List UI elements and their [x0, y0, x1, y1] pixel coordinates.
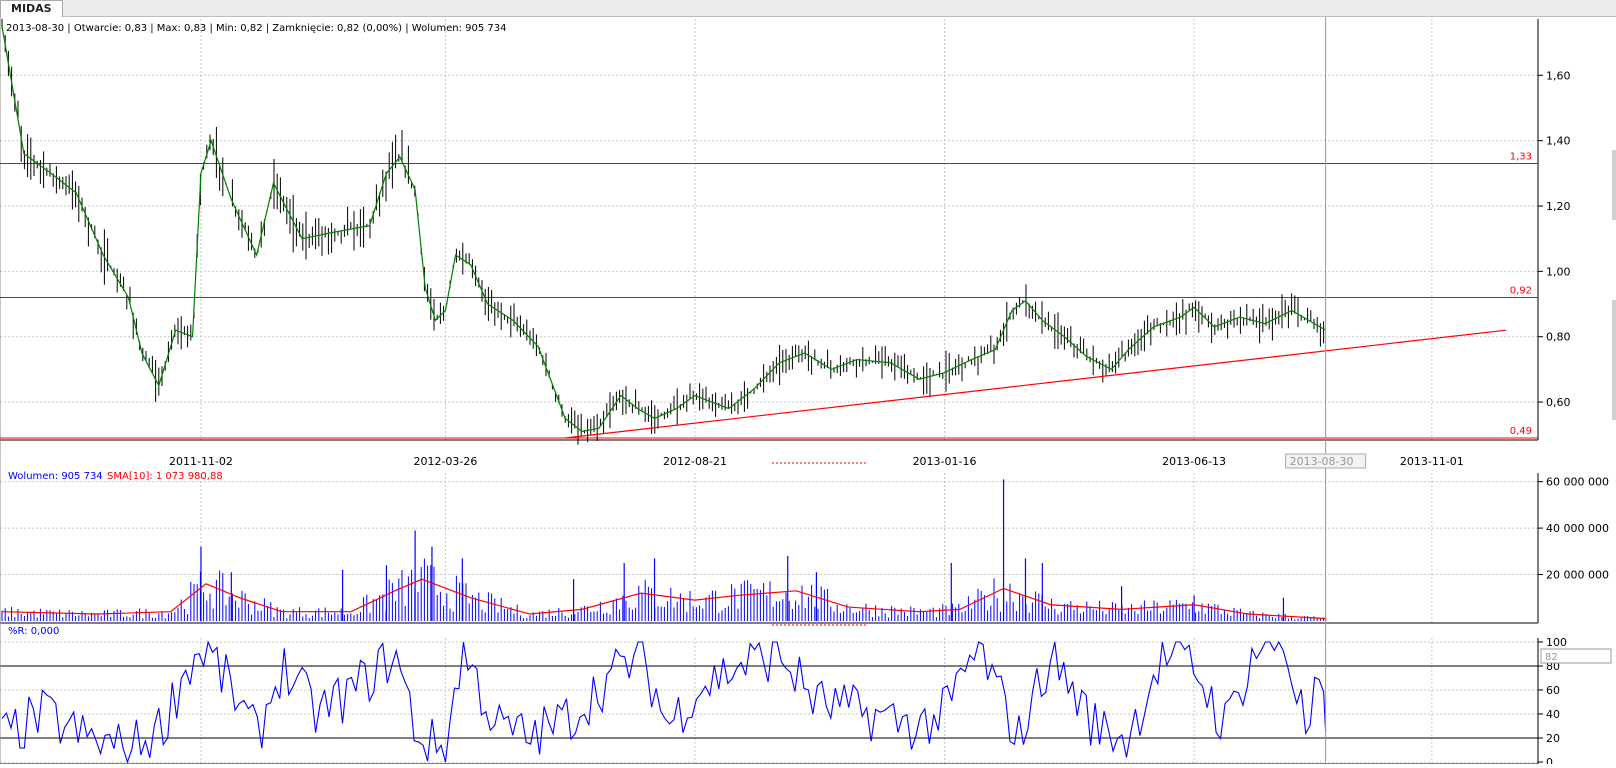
price-info-text: 2013-08-30 | Otwarcie: 0,83 | Max: 0,83 …: [6, 23, 506, 34]
cursor-date-label: 2013-08-30: [1290, 455, 1354, 468]
wr-y-tick-label: 40: [1546, 708, 1560, 721]
wr-y-tick-label: 0: [1546, 756, 1553, 764]
price-scroll-handle-2[interactable]: [1612, 300, 1616, 420]
volume-sma-info-text: SMA[10]: 1 073 980,88: [107, 471, 223, 482]
wr-y-tick-label: 20: [1546, 732, 1560, 745]
price-y-tick-label: 1,60: [1546, 69, 1571, 82]
x-tick-label: 2012-08-21: [663, 455, 727, 468]
x-tick-label: 2011-11-02: [169, 455, 233, 468]
price-y-tick-label: 1,20: [1546, 200, 1571, 213]
tab-midas[interactable]: MIDAS: [0, 0, 63, 17]
volume-y-tick-label: 40 000 000: [1546, 522, 1609, 535]
price-y-tick-label: 1,40: [1546, 135, 1571, 148]
wr-info-text: %R: 0,000: [8, 626, 59, 637]
wr-level-value: 82: [1545, 652, 1558, 663]
level-label: 0,92: [1510, 285, 1532, 296]
x-tick-label: 2012-03-26: [413, 455, 477, 468]
wr-y-tick-label: 100: [1546, 636, 1567, 649]
volume-y-tick-label: 60 000 000: [1546, 476, 1609, 489]
volume-info-text: Wolumen: 905 734: [8, 471, 103, 482]
price-y-tick-label: 1,00: [1546, 265, 1571, 278]
wr-y-tick-label: 60: [1546, 684, 1560, 697]
x-tick-label: 2013-01-16: [913, 455, 977, 468]
stock-chart[interactable]: 1,33 0,92 0,49 2011-11-02 2012-03-26 2012-08…: [0, 17, 1616, 768]
volume-y-tick-label: 20 000 000: [1546, 569, 1609, 582]
price-scroll-handle[interactable]: [1612, 150, 1616, 220]
support-trendline: [565, 329, 1507, 439]
tab-bar: MIDAS: [0, 0, 1616, 17]
price-y-tick-label: 0,60: [1546, 396, 1571, 409]
price-y-tick-label: 0,80: [1546, 331, 1571, 344]
x-tick-label: 2013-11-01: [1400, 455, 1464, 468]
chart-area[interactable]: 1,33 0,92 0,49 2011-11-02 2012-03-26 2012-08…: [0, 17, 1616, 768]
level-label: 0,49: [1510, 426, 1532, 437]
x-tick-label: 2013-06-13: [1162, 455, 1226, 468]
level-label: 1,33: [1510, 152, 1532, 163]
